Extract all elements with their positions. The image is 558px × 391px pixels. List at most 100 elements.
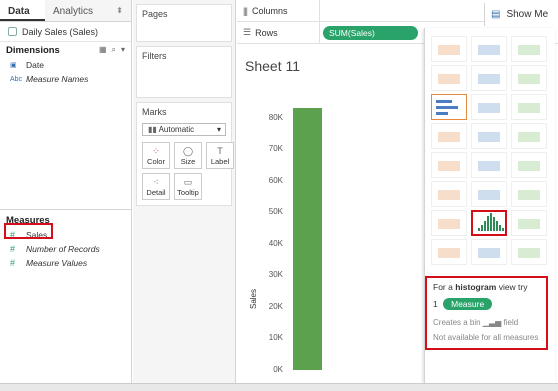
marks-card: Marks ▮▮ Automatic ▾ ⁘ Color ◯ Size T La… bbox=[136, 102, 234, 206]
show-me-text-table-icon[interactable] bbox=[431, 36, 467, 62]
label-button[interactable]: T Label bbox=[206, 142, 234, 169]
info-keyword: histogram bbox=[455, 282, 497, 292]
y-tick-label: 60K bbox=[268, 175, 283, 185]
label-label: Label bbox=[210, 156, 230, 166]
rows-icon: ☰ bbox=[243, 27, 251, 37]
show-me-panel: For a histogram view try 1 Measure Creat… bbox=[424, 28, 555, 383]
y-tick-label: 0K bbox=[273, 365, 283, 374]
size-button[interactable]: ◯ Size bbox=[174, 142, 202, 169]
menu-arrow-icon[interactable]: ▾ bbox=[121, 45, 125, 55]
columns-icon: ||| bbox=[243, 5, 248, 16]
tab-data[interactable]: Data bbox=[0, 0, 45, 21]
rows-label: Rows bbox=[255, 27, 278, 38]
datasource-label: Daily Sales (Sales) bbox=[22, 26, 99, 37]
sheet-tabs-bar bbox=[0, 383, 558, 391]
bin-icon: ▁▃▅ bbox=[482, 318, 502, 327]
show-me-lines-continuous-icon[interactable] bbox=[431, 152, 467, 178]
measure-field-number-of-records[interactable]: # Number of Records bbox=[0, 242, 132, 256]
show-me-scatter-plot-icon[interactable] bbox=[431, 210, 467, 236]
mark-type-dropdown[interactable]: ▮▮ Automatic ▾ bbox=[142, 123, 226, 136]
datasource-item[interactable]: Daily Sales (Sales) bbox=[0, 22, 131, 42]
tooltip-button[interactable]: ▭ Tooltip bbox=[174, 173, 202, 200]
show-me-treemap-icon[interactable] bbox=[431, 123, 467, 149]
show-me-bullet-graph-icon[interactable] bbox=[471, 239, 507, 265]
tab-scroll-icon[interactable]: ⬍ bbox=[116, 6, 123, 21]
size-label: Size bbox=[180, 156, 196, 166]
requirement-count: 1 bbox=[433, 299, 438, 309]
y-tick-label: 10K bbox=[268, 333, 283, 343]
field-label: Number of Records bbox=[26, 244, 100, 254]
shelves-pane: Pages Filters Marks ▮▮ Automatic ▾ ⁘ Col… bbox=[133, 0, 236, 391]
show-me-tab[interactable]: ▤ Show Me bbox=[484, 3, 558, 26]
dimension-field-measure-names[interactable]: Abc Measure Names bbox=[0, 72, 131, 86]
show-me-side-by-side-bars-icon[interactable] bbox=[511, 94, 547, 120]
show-me-pie-chart-icon[interactable] bbox=[511, 65, 547, 91]
measure-pill: Measure bbox=[443, 298, 493, 310]
show-me-symbol-map-icon[interactable] bbox=[431, 65, 467, 91]
y-tick-label: 50K bbox=[268, 207, 283, 217]
detail-dots-icon: ⁖ bbox=[153, 176, 159, 187]
grid-view-icon[interactable]: ▦ bbox=[99, 45, 107, 55]
y-tick-label: 70K bbox=[268, 144, 283, 154]
dimension-field-date[interactable]: ▣ Date bbox=[0, 58, 131, 72]
pages-title: Pages bbox=[142, 9, 168, 19]
show-me-packed-bubbles-icon[interactable] bbox=[511, 239, 547, 265]
not-available-note: Not available for all measures bbox=[433, 333, 539, 342]
show-me-highlight-table-icon[interactable] bbox=[511, 36, 547, 62]
show-me-gantt-chart-icon[interactable] bbox=[431, 239, 467, 265]
color-label: Color bbox=[147, 156, 165, 166]
measure-field-measure-values[interactable]: # Measure Values bbox=[0, 256, 132, 270]
columns-label: Columns bbox=[252, 5, 288, 16]
histogram-info-box: For a histogram view try 1 Measure Creat… bbox=[425, 276, 548, 350]
show-me-box-whisker-icon[interactable] bbox=[511, 210, 547, 236]
show-me-lines-discrete-icon[interactable] bbox=[471, 152, 507, 178]
y-tick-label: 30K bbox=[268, 270, 283, 280]
show-me-label: Show Me bbox=[506, 9, 549, 20]
bin-note: Creates a bin ▁▃▅ field bbox=[433, 318, 540, 327]
sheet-title[interactable]: Sheet 11 bbox=[245, 58, 300, 74]
show-me-dual-lines-icon[interactable] bbox=[511, 152, 547, 178]
show-me-dual-combination-icon[interactable] bbox=[511, 181, 547, 207]
abc-icon: Abc bbox=[10, 75, 23, 83]
y-tick-label: 80K bbox=[268, 112, 283, 122]
show-me-stacked-bars-icon[interactable] bbox=[471, 94, 507, 120]
show-me-histogram-icon[interactable] bbox=[471, 210, 507, 236]
info-suffix: view try bbox=[498, 282, 528, 292]
show-me-side-by-side-circles-icon[interactable] bbox=[511, 123, 547, 149]
tab-analytics[interactable]: Analytics ⬍ bbox=[45, 0, 131, 21]
speech-bubble-icon: ▭ bbox=[183, 176, 193, 187]
show-me-heat-map-icon[interactable] bbox=[471, 36, 507, 62]
pane-tabs: Data Analytics ⬍ bbox=[0, 0, 131, 22]
chart-area: Sales 80K 70K 60K 50K 40K 30K 20K 10K 0K bbox=[237, 84, 422, 380]
number-icon: # bbox=[10, 244, 16, 254]
detail-label: Detail bbox=[146, 187, 166, 197]
filters-card[interactable]: Filters bbox=[136, 46, 232, 98]
dimensions-header: Dimensions ▦ ⌕ ▾ bbox=[0, 42, 131, 58]
requirement-row: 1 Measure bbox=[433, 298, 540, 310]
dimensions-title: Dimensions bbox=[6, 44, 60, 56]
chart-bar[interactable] bbox=[293, 108, 322, 370]
measures-section: Measures # Sales # Number of Records # M… bbox=[0, 209, 132, 270]
show-me-circle-view-icon[interactable] bbox=[471, 123, 507, 149]
show-me-horizontal-bars-icon[interactable] bbox=[431, 94, 467, 120]
sum-sales-pill[interactable]: SUM(Sales) bbox=[323, 25, 418, 40]
chevron-down-icon: ▾ bbox=[216, 125, 221, 134]
mark-type-value: Automatic bbox=[158, 125, 195, 134]
color-dots-icon: ⁘ bbox=[152, 145, 160, 156]
show-me-filled-map-icon[interactable] bbox=[471, 65, 507, 91]
bin-prefix: Creates a bin bbox=[433, 318, 481, 327]
show-me-area-discrete-icon[interactable] bbox=[471, 181, 507, 207]
pages-card[interactable]: Pages bbox=[136, 4, 232, 42]
color-button[interactable]: ⁘ Color bbox=[142, 142, 170, 169]
field-label: Measure Names bbox=[26, 74, 89, 84]
search-icon[interactable]: ⌕ bbox=[112, 45, 116, 55]
tab-analytics-label: Analytics bbox=[53, 6, 94, 17]
filters-title: Filters bbox=[142, 51, 167, 61]
detail-button[interactable]: ⁖ Detail bbox=[142, 173, 170, 200]
marks-title: Marks bbox=[142, 107, 167, 117]
y-tick-label: 40K bbox=[268, 238, 283, 248]
data-pane: Data Analytics ⬍ Daily Sales (Sales) Dim… bbox=[0, 0, 132, 391]
show-me-area-continuous-icon[interactable] bbox=[431, 181, 467, 207]
text-icon: T bbox=[217, 145, 223, 156]
tooltip-label: Tooltip bbox=[177, 187, 199, 197]
